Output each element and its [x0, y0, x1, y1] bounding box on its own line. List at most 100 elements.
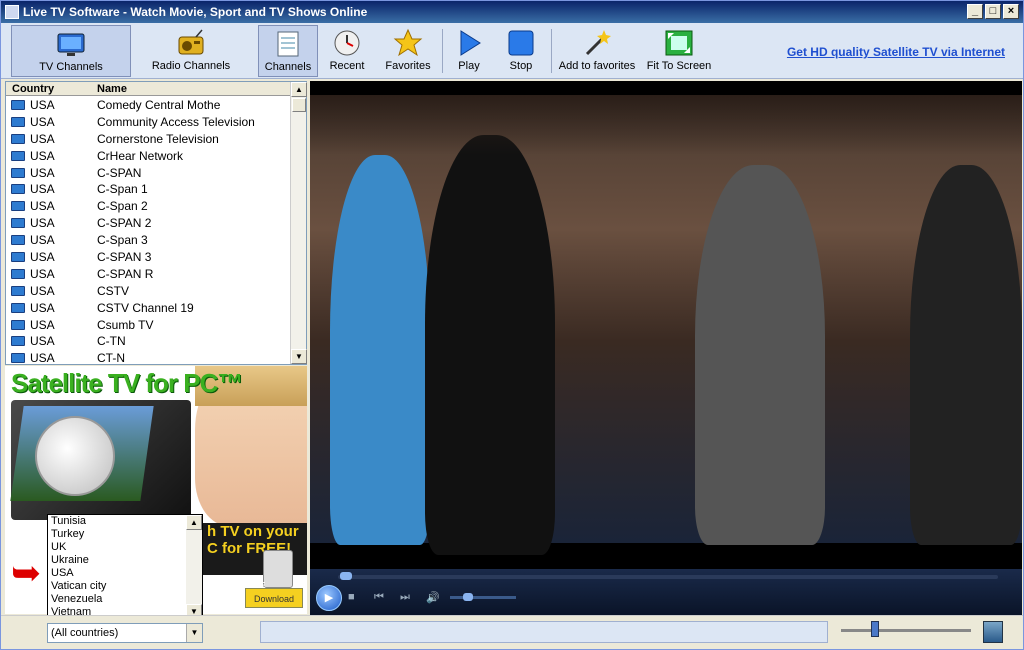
- channel-row[interactable]: USA C-SPAN R: [6, 266, 292, 283]
- channel-row[interactable]: USA Community Access Television: [6, 114, 292, 131]
- country-option[interactable]: Tunisia: [48, 515, 202, 528]
- scroll-up-button[interactable]: ▲: [291, 82, 307, 97]
- next-button[interactable]: ⏭: [400, 591, 410, 604]
- country-option[interactable]: Venezuela: [48, 593, 202, 606]
- channel-row[interactable]: USA C-SPAN 2: [6, 215, 292, 232]
- channels-button[interactable]: Channels: [258, 25, 318, 77]
- channel-country: USA: [30, 199, 55, 214]
- channel-row[interactable]: USA C-TN: [6, 333, 292, 350]
- volume-knob[interactable]: [463, 593, 473, 601]
- dropdown-scrollbar[interactable]: ▲ ▼: [186, 515, 202, 619]
- ad-satellite-dish: [35, 416, 115, 496]
- audience-figure: [425, 135, 555, 555]
- stop-button[interactable]: Stop: [501, 25, 541, 77]
- tv-channel-icon: [11, 319, 25, 330]
- channel-row[interactable]: USA CT-N: [6, 350, 292, 365]
- fit-screen-icon: [665, 30, 693, 56]
- column-name[interactable]: Name: [97, 82, 127, 96]
- channel-row[interactable]: USA Cornerstone Television: [6, 131, 292, 148]
- chevron-down-icon[interactable]: ▼: [186, 624, 202, 642]
- channel-name: CSTV Channel 19: [97, 300, 194, 315]
- channel-country: USA: [30, 300, 55, 315]
- radio-channels-label: Radio Channels: [151, 60, 231, 72]
- stop-label: Stop: [509, 60, 533, 72]
- channel-row[interactable]: USA CSTV Channel 19: [6, 300, 292, 317]
- radio-channels-button[interactable]: Radio Channels: [141, 25, 241, 77]
- channel-country: USA: [30, 351, 55, 365]
- channel-country: USA: [30, 165, 55, 180]
- minimize-button[interactable]: _: [967, 4, 983, 19]
- volume-slider[interactable]: [450, 596, 516, 599]
- video-player[interactable]: [310, 81, 1022, 569]
- country-filter-select[interactable]: (All countries) ▼: [47, 623, 203, 643]
- country-dropdown-list[interactable]: Tunisia Turkey UK Ukraine USA Vatican city Ven…: [47, 514, 203, 620]
- scroll-down-button[interactable]: ▼: [291, 349, 307, 364]
- tv-channels-label: TV Channels: [39, 61, 103, 73]
- radio-icon: [178, 29, 204, 55]
- zoom-knob[interactable]: [871, 621, 879, 637]
- seek-bar[interactable]: [338, 575, 998, 579]
- play-icon: [460, 30, 481, 56]
- channel-list: Country Name USA Comedy Central Mothe USA C…: [5, 81, 307, 365]
- star-icon: [393, 28, 423, 57]
- arrow-icon: ➥: [11, 552, 42, 593]
- country-option[interactable]: UK: [48, 541, 202, 554]
- tv-channel-icon: [11, 150, 25, 161]
- promo-link[interactable]: Get HD quality Satellite TV via Internet: [787, 45, 1005, 59]
- country-option[interactable]: Ukraine: [48, 554, 202, 567]
- tv-channel-icon: [11, 133, 25, 144]
- list-scrollbar[interactable]: ▲ ▼: [290, 82, 307, 364]
- favorites-button[interactable]: Favorites: [381, 25, 435, 77]
- zoom-slider[interactable]: [841, 629, 971, 632]
- channel-name: CT-N: [97, 351, 125, 365]
- download-now-button[interactable]: Download Now: [245, 588, 303, 608]
- channel-row[interactable]: USA Csumb TV: [6, 317, 292, 334]
- tv-channel-icon: [11, 218, 25, 229]
- scroll-thumb[interactable]: [292, 98, 306, 112]
- tv-channel-icon: [11, 201, 25, 212]
- maximize-button[interactable]: □: [985, 4, 1001, 19]
- add-to-favorites-button[interactable]: Add to favorites: [556, 25, 638, 77]
- play-button[interactable]: Play: [449, 25, 489, 77]
- tv-channel-icon: [11, 302, 25, 313]
- channel-name: CSTV: [97, 283, 130, 298]
- country-option[interactable]: USA: [48, 567, 202, 580]
- country-option[interactable]: Turkey: [48, 528, 202, 541]
- speaker-icon[interactable]: [983, 621, 1003, 643]
- window-title: Live TV Software - Watch Movie, Sport an…: [23, 5, 368, 19]
- channel-row[interactable]: USA Comedy Central Mothe: [6, 97, 292, 114]
- seek-knob[interactable]: [340, 572, 352, 580]
- toolbar: TV Channels Radio Channels Channels Rece…: [1, 23, 1023, 79]
- tv-channels-button[interactable]: TV Channels: [11, 25, 131, 77]
- stop-icon: [508, 30, 534, 56]
- volume-icon[interactable]: 🔊: [426, 591, 440, 604]
- title-bar[interactable]: Live TV Software - Watch Movie, Sport an…: [1, 1, 1023, 23]
- recent-button[interactable]: Recent: [323, 25, 371, 77]
- dropdown-scroll-up[interactable]: ▲: [186, 515, 202, 530]
- channel-row[interactable]: USA CSTV: [6, 283, 292, 300]
- tv-channel-icon: [11, 235, 25, 246]
- close-button[interactable]: ×: [1003, 4, 1019, 19]
- channel-row[interactable]: USA C-Span 2: [6, 198, 292, 215]
- channel-row[interactable]: USA C-SPAN 3: [6, 249, 292, 266]
- column-country[interactable]: Country: [12, 82, 54, 96]
- clock-icon: [334, 30, 360, 56]
- channel-row[interactable]: USA C-Span 1: [6, 181, 292, 198]
- country-option[interactable]: Vatican city: [48, 580, 202, 593]
- player-play-button[interactable]: ▶: [316, 585, 342, 611]
- channel-name: C-Span 3: [97, 233, 148, 248]
- audience-figure: [910, 165, 1022, 545]
- channel-row[interactable]: USA C-Span 3: [6, 232, 292, 249]
- channel-country: USA: [30, 148, 55, 163]
- list-header: Country Name: [6, 82, 292, 96]
- favorites-label: Favorites: [385, 60, 431, 72]
- channel-row[interactable]: USA CrHear Network: [6, 148, 292, 165]
- player-stop-button[interactable]: ■: [348, 591, 355, 603]
- channel-row[interactable]: USA C-SPAN: [6, 165, 292, 182]
- fit-to-screen-button[interactable]: Fit To Screen: [645, 25, 713, 77]
- tv-channel-icon: [11, 116, 25, 127]
- channel-name: C-SPAN: [97, 165, 142, 180]
- status-bar: (All countries) ▼: [1, 615, 1023, 649]
- channel-rows: USA Comedy Central Mothe USA Community Acce…: [6, 97, 292, 365]
- prev-button[interactable]: ⏮: [374, 591, 384, 604]
